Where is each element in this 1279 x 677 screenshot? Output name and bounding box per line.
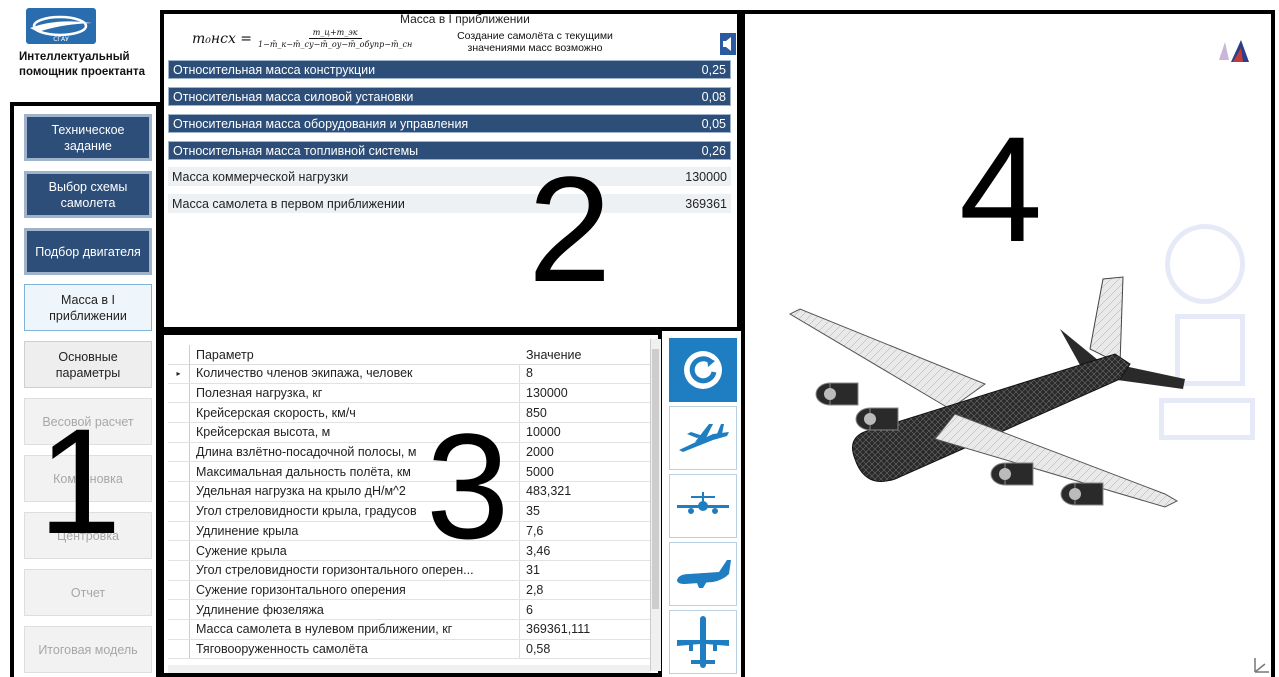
table-row[interactable]: Удельная нагрузка на крыло дН/м^2 483,321: [168, 482, 654, 502]
first-approx-mass-row: Масса самолета в первом приближении 36936…: [168, 194, 731, 213]
table-row[interactable]: Длина взлётно-посадочной полосы, м 2000: [168, 442, 654, 463]
table-row[interactable]: Удлинение фюзеляжа 6: [168, 600, 654, 620]
svg-text:СГАУ: СГАУ: [53, 36, 69, 43]
app-title: Интеллектуальный помощник проектанта: [19, 51, 146, 78]
plane-iso-view-icon: [679, 424, 729, 452]
table-row[interactable]: ▸ Количество членов экипажа, человек 8: [168, 364, 654, 384]
scrollbar-thumb[interactable]: [652, 349, 659, 609]
view-side-button[interactable]: [669, 542, 737, 606]
table-row[interactable]: Максимальная дальность полёта, км 5000: [168, 462, 654, 483]
plane-front-view-icon: [677, 492, 729, 514]
axis-gizmo-icon: [1254, 658, 1269, 673]
table-row[interactable]: Полезная нагрузка, кг 130000: [168, 383, 654, 404]
view-top-button[interactable]: [669, 610, 737, 674]
table-row[interactable]: Масса самолета в нулевом приближении, кг…: [168, 619, 654, 640]
nav-engine-selection[interactable]: Подбор двигателя: [24, 228, 152, 275]
overlay-number-4: 4: [959, 105, 1043, 273]
speaker-icon[interactable]: [720, 33, 736, 55]
navigation-panel: Техническое задание Выбор схемы самолета…: [10, 102, 160, 677]
table-header: Параметр Значение: [168, 345, 654, 365]
horizontal-scrollbar[interactable]: [168, 665, 650, 673]
app-logo: СГАУ: [26, 8, 96, 44]
rel-mass-powerplant-row: Относительная масса силовой установки 0,0…: [168, 87, 731, 106]
rel-mass-structure-row: Относительная масса конструкции 0,25: [168, 60, 731, 79]
overlay-number-2: 2: [528, 145, 612, 313]
table-row[interactable]: Угол стреловидности горизонтального опер…: [168, 560, 654, 581]
airplane-3d-model[interactable]: [785, 269, 1195, 519]
refresh-icon: [684, 351, 722, 389]
parameters-panel: Параметр Значение ▸ Количество членов эки…: [160, 331, 662, 677]
rel-mass-fuel-row: Относительная масса топливной системы 0,2…: [168, 141, 731, 160]
nav-report[interactable]: Отчет: [24, 569, 152, 616]
table-row[interactable]: Крейсерская высота, м 10000: [168, 423, 654, 443]
table-row[interactable]: Крейсерская скорость, км/ч 850: [168, 403, 654, 424]
vertical-scrollbar[interactable]: [650, 339, 661, 671]
mass-panel-title: Масса в I приближении: [400, 12, 530, 26]
table-row[interactable]: Тяговооруженность самолёта 0,58: [168, 639, 654, 660]
nav-final-model[interactable]: Итоговая модель: [24, 626, 152, 673]
mass-status-note: Создание самолёта с текущими значениями …: [457, 30, 613, 54]
column-header-value[interactable]: Значение: [520, 345, 654, 364]
overlay-number-3: 3: [426, 402, 510, 570]
nav-scheme-selection[interactable]: Выбор схемы самолета: [24, 171, 152, 218]
view-cube-icon[interactable]: [1213, 34, 1253, 70]
nav-mass-first-approx[interactable]: Масса в I приближении: [24, 284, 152, 331]
table-row[interactable]: Сужение крыла 3,46: [168, 541, 654, 561]
model-viewer-panel[interactable]: 4: [741, 10, 1275, 677]
overlay-number-1: 1: [38, 397, 122, 565]
mass-panel: Масса в I приближении m₀нсх = m_ц+m_эк 1…: [160, 10, 741, 331]
payload-mass-row: Масса коммерческой нагрузки 130000: [168, 167, 731, 186]
plane-side-view-icon: [677, 560, 731, 588]
nav-technical-task[interactable]: Техническое задание: [24, 114, 152, 161]
column-header-parameter[interactable]: Параметр: [190, 345, 520, 364]
table-body: ▸ Количество членов экипажа, человек 8 Пол…: [168, 364, 654, 660]
view-iso-button[interactable]: [669, 406, 737, 470]
nav-main-parameters[interactable]: Основные параметры: [24, 341, 152, 388]
rel-mass-equipment-row: Относительная масса оборудования и управ…: [168, 114, 731, 133]
view-front-button[interactable]: [669, 474, 737, 538]
mass-formula: m₀нсх = m_ц+m_эк 1−m̄_к−m̄_су−m̄_оу−m̄_о…: [192, 28, 413, 49]
plane-top-view-icon: [677, 616, 729, 668]
table-row[interactable]: Угол стреловидности крыла, градусов 35: [168, 501, 654, 522]
row-pointer-icon: ▸: [168, 364, 190, 383]
table-row[interactable]: Сужение горизонтального оперения 2,8: [168, 580, 654, 601]
refresh-button[interactable]: [669, 338, 737, 402]
table-row[interactable]: Удлинение крыла 7,6: [168, 521, 654, 542]
